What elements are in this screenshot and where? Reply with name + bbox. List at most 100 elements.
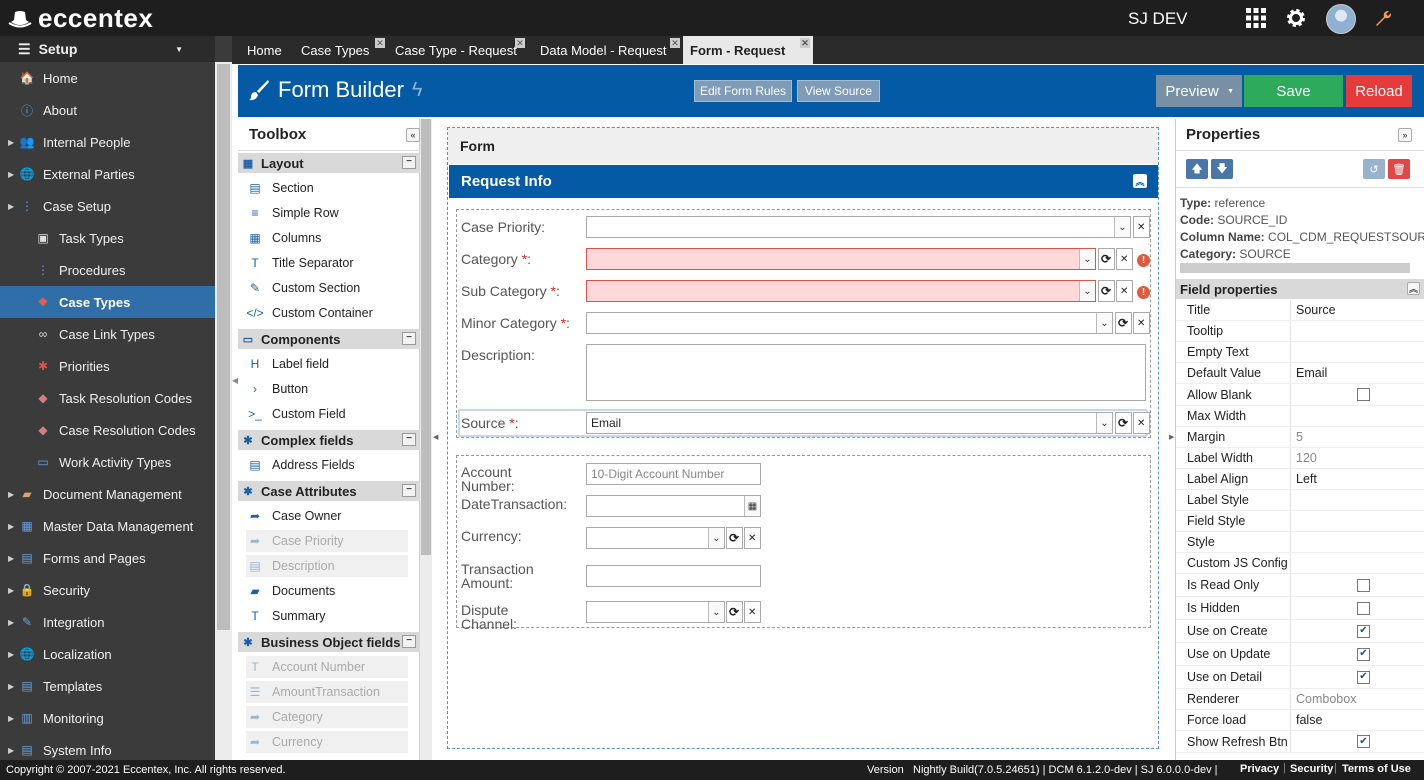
field-input-case-priority-[interactable]: ⌄ (586, 216, 1131, 238)
collapse-group-icon[interactable]: − (402, 332, 416, 345)
expand-arrow-icon[interactable]: ▶ (8, 650, 18, 659)
property-value[interactable]: ✔ (1291, 666, 1424, 688)
tab-case-type-request[interactable]: Case Type - Request ✕ (388, 36, 528, 64)
info-scrollbar[interactable] (1180, 263, 1410, 273)
property-row-title[interactable]: Title Source (1176, 300, 1424, 321)
checkbox[interactable]: ✔ (1357, 647, 1370, 661)
collapse-up-icon[interactable]: ︽ (1133, 174, 1147, 188)
scrollbar-thumb[interactable] (217, 64, 230, 630)
sidebar-item-internal-people[interactable]: ▶ 👥 Internal People (0, 126, 215, 158)
reload-button[interactable]: Reload (1346, 75, 1412, 107)
expand-arrow-icon[interactable]: ▶ (8, 746, 18, 755)
clear-icon[interactable]: ✕ (744, 527, 761, 549)
sidebar-item-task-types[interactable]: ▣ Task Types (0, 222, 215, 254)
form-canvas[interactable]: Form Request Info ︽ Case Priority: ⌄ ✕ Cate… (447, 127, 1159, 749)
sidebar-item-document-management[interactable]: ▶ ▰ Document Management (0, 478, 215, 510)
sidebar-item-about[interactable]: ⓘ About (0, 94, 215, 126)
logo[interactable]: eccentex (8, 3, 153, 34)
move-down-button[interactable]: 🡇 (1211, 159, 1233, 179)
clear-icon[interactable]: ✕ (1133, 312, 1150, 334)
user-name[interactable]: SJ DEV (1128, 9, 1188, 29)
toolbox-item-custom-section[interactable]: ✎ Custom Section (246, 277, 408, 299)
property-row-is-hidden[interactable]: Is Hidden (1176, 597, 1424, 620)
toolbox-group-business-object-fields[interactable]: ✱ Business Object fields − (238, 632, 420, 652)
calendar-icon[interactable]: ▦ (744, 496, 760, 516)
expand-arrow-icon[interactable]: ▶ (8, 170, 18, 179)
refresh-icon[interactable]: ⟳ (1098, 248, 1115, 270)
delete-button[interactable]: 🗑 (1388, 159, 1410, 179)
sidebar-item-work-activity-types[interactable]: ▭ Work Activity Types (0, 446, 215, 478)
property-value[interactable] (1291, 342, 1424, 362)
property-row-max-width[interactable]: Max Width (1176, 406, 1424, 427)
property-row-label-width[interactable]: Label Width 120 (1176, 448, 1424, 469)
checkbox[interactable]: ✔ (1357, 624, 1370, 638)
clear-icon[interactable]: ✕ (744, 601, 761, 623)
property-value[interactable]: Left (1291, 469, 1424, 489)
property-value[interactable]: ✔ (1291, 731, 1424, 752)
checkbox[interactable]: ✔ (1357, 735, 1370, 748)
toolbox-item-custom-container[interactable]: </> Custom Container (246, 302, 408, 324)
sidebar-header[interactable]: ☰ Setup ▼ (0, 36, 215, 62)
dropdown-arrow-icon[interactable]: ⌄ (1096, 313, 1112, 333)
dropdown-arrow-icon[interactable]: ⌄ (1096, 413, 1112, 433)
close-icon[interactable]: ✕ (670, 38, 680, 48)
property-row-use-on-create[interactable]: Use on Create ✔ (1176, 620, 1424, 643)
property-row-is-read-only[interactable]: Is Read Only (1176, 574, 1424, 597)
refresh-icon[interactable]: ⟳ (1115, 412, 1132, 434)
tab-home[interactable]: Home (232, 36, 294, 64)
expand-arrow-icon[interactable]: ▶ (8, 714, 18, 723)
sidebar-item-external-parties[interactable]: ▶ 🌐 External Parties (0, 158, 215, 190)
dropdown-arrow-icon[interactable]: ⌄ (1079, 249, 1095, 269)
toolbox-group-complex-fields[interactable]: ✱ Complex fields − (238, 430, 420, 450)
expand-arrow-icon[interactable]: ▶ (8, 138, 18, 147)
property-value[interactable]: Source (1291, 300, 1424, 320)
field-input-transaction-amount-[interactable] (586, 565, 761, 587)
sidebar-item-case-types[interactable]: ❖ Case Types (0, 286, 215, 318)
expand-arrow-icon[interactable]: ▶ (8, 522, 18, 531)
toolbox-item-columns[interactable]: ▦ Columns (246, 227, 408, 249)
sidebar-item-security[interactable]: ▶ 🔒 Security (0, 574, 215, 606)
view-source-button[interactable]: View Source (797, 80, 880, 102)
toolbox-group-case-attributes[interactable]: ✱ Case Attributes − (238, 481, 420, 501)
property-value[interactable] (1291, 532, 1424, 552)
property-value[interactable] (1291, 553, 1424, 573)
property-value[interactable]: false (1291, 710, 1424, 730)
save-button[interactable]: Save (1244, 75, 1343, 107)
refresh-icon[interactable]: ⟳ (1098, 280, 1115, 302)
toolbox-item-title-separator[interactable]: T Title Separator (246, 252, 408, 274)
toolbox-item-case-owner[interactable]: ➦ Case Owner (246, 505, 408, 527)
wrench-icon[interactable] (1374, 8, 1394, 28)
expand-arrow-icon[interactable]: ▶ (8, 202, 18, 211)
refresh-icon[interactable]: ⟳ (1115, 312, 1132, 334)
toolbox-item-custom-field[interactable]: >_ Custom Field (246, 403, 408, 425)
sidebar-scrollbar[interactable] (215, 62, 232, 760)
close-icon[interactable]: ✕ (800, 38, 810, 48)
close-icon[interactable]: ✕ (375, 38, 385, 48)
clear-icon[interactable]: ✕ (1133, 216, 1150, 238)
property-row-empty-text[interactable]: Empty Text (1176, 342, 1424, 363)
property-row-use-on-detail[interactable]: Use on Detail ✔ (1176, 666, 1424, 689)
property-value[interactable]: 5 (1291, 427, 1424, 447)
field-input-account-number-[interactable]: 10-Digit Account Number (586, 463, 761, 485)
dropdown-arrow-icon[interactable]: ⌄ (1114, 217, 1130, 237)
toolbox-item-documents[interactable]: ▰ Documents (246, 580, 408, 602)
property-value[interactable] (1291, 321, 1424, 341)
security-link[interactable]: Security (1290, 763, 1333, 775)
clear-icon[interactable]: ✕ (1116, 280, 1133, 302)
property-row-field-style[interactable]: Field Style (1176, 511, 1424, 532)
property-row-show-refresh-btn[interactable]: Show Refresh Btn ✔ (1176, 731, 1424, 753)
collapse-left-icon[interactable]: « (406, 128, 420, 142)
property-row-tooltip[interactable]: Tooltip (1176, 321, 1424, 342)
property-row-allow-blank[interactable]: Allow Blank (1176, 384, 1424, 406)
toolbox-group-layout[interactable]: ▦ Layout − (238, 153, 420, 173)
property-value[interactable] (1291, 511, 1424, 531)
toolbox-group-components[interactable]: ▭ Components − (238, 329, 420, 349)
expand-arrow-icon[interactable]: ▶ (8, 586, 18, 595)
gear-icon[interactable] (1284, 6, 1308, 30)
sidebar-item-case-link-types[interactable]: ∞ Case Link Types (0, 318, 215, 350)
sidebar-item-monitoring[interactable]: ▶ ▥ Monitoring (0, 702, 215, 734)
collapse-group-icon[interactable]: − (402, 433, 416, 446)
sidebar-item-integration[interactable]: ▶ ✎ Integration (0, 606, 215, 638)
collapse-group-icon[interactable]: − (402, 635, 416, 648)
dropdown-arrow-icon[interactable]: ⌄ (708, 528, 724, 548)
